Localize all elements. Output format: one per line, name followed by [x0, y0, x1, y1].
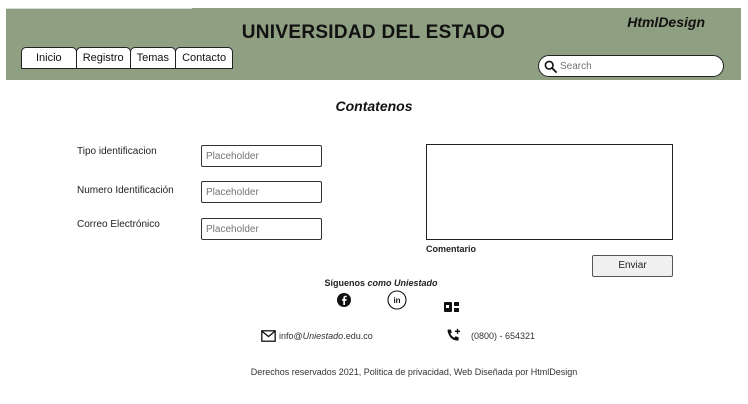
correo-electronico-input[interactable] [201, 218, 322, 240]
follow-text: Síguenos como Uniestado [0, 278, 748, 288]
numero-identificacion-input[interactable] [201, 181, 322, 203]
main-nav: Inicio Registro Temas Contacto [21, 47, 234, 69]
page-title: Contatenos [335, 98, 413, 114]
nav-tab-registro[interactable]: Registro [75, 47, 131, 69]
search-icon [544, 59, 558, 73]
comment-textarea[interactable] [426, 144, 673, 240]
email-contact[interactable]: info@ Uniestado .edu.co [261, 330, 373, 342]
brand-logo-text[interactable]: HtmlDesign [627, 14, 705, 30]
nav-tab-temas[interactable]: Temas [129, 47, 177, 69]
label-tipo-identificacion: Tipo identificacion [77, 146, 157, 157]
tipo-identificacion-input[interactable] [201, 145, 322, 167]
facebook-icon[interactable] [336, 292, 352, 313]
phone-add-icon [446, 328, 461, 343]
linkedin-icon[interactable]: in [387, 290, 407, 315]
email-user: info@ [279, 331, 303, 341]
mail-icon [261, 330, 276, 342]
app-icon[interactable] [444, 300, 460, 318]
send-button[interactable]: Enviar [592, 255, 673, 277]
comment-label: Comentario [426, 244, 477, 254]
email-domain-name: Uniestado [302, 331, 344, 341]
search-bar[interactable] [538, 55, 724, 77]
label-correo-electronico: Correo Electrónico [77, 219, 160, 230]
label-numero-identificacion: Numero Identificación [77, 185, 174, 196]
footer-text: Derechos reservados 2021, Politica de pr… [250, 367, 578, 377]
nav-tab-inicio[interactable]: Inicio [21, 47, 77, 69]
follow-brand: como Uniestado [367, 278, 438, 288]
phone-number: (0800) - 654321 [471, 330, 536, 341]
header-accent [6, 8, 192, 13]
follow-prefix: Síguenos [324, 278, 368, 288]
phone-contact[interactable]: (0800) - 654321 [446, 328, 535, 343]
nav-tab-contacto[interactable]: Contacto [175, 47, 234, 69]
svg-text:in: in [393, 296, 400, 305]
email-domain-suffix: .edu.co [343, 331, 373, 341]
search-input[interactable] [560, 60, 710, 72]
